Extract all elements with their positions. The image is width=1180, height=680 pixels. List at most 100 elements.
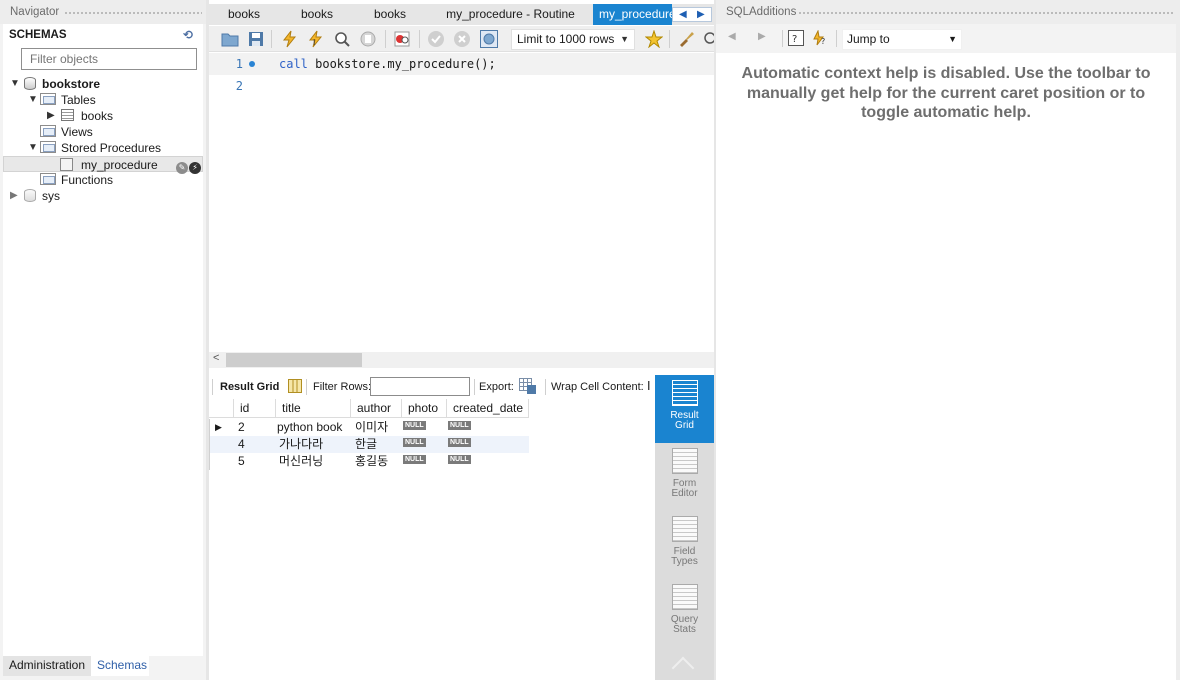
- result-grid-view-button[interactable]: Result Grid: [655, 375, 714, 443]
- form-editor-view-button[interactable]: Form Editor: [655, 448, 714, 508]
- commit-icon[interactable]: [427, 30, 445, 48]
- toolbar-separator: [385, 30, 386, 48]
- cell-title[interactable]: 머신러닝: [275, 453, 323, 470]
- cell-photo[interactable]: NULL: [399, 436, 426, 453]
- column-header-title[interactable]: title: [276, 399, 351, 418]
- cell-id[interactable]: 4: [234, 436, 245, 453]
- sql-additions-panel: SQLAdditions ◀ ▶ ? ? Jump to ▼ Automatic…: [716, 0, 1180, 680]
- manual-help-icon[interactable]: ?: [788, 30, 804, 46]
- forward-icon[interactable]: ▶: [758, 31, 766, 42]
- schemas-header: SCHEMAS ⟲: [3, 24, 203, 46]
- field-types-view-button[interactable]: Field Types: [655, 516, 714, 576]
- cell-created-date[interactable]: NULL: [444, 453, 471, 470]
- beautify-brush-icon[interactable]: [677, 30, 695, 48]
- tree-label-bookstore: bookstore: [42, 77, 101, 91]
- tab-my-procedure-routine[interactable]: my_procedure - Routine: [428, 4, 593, 25]
- cell-photo[interactable]: NULL: [399, 419, 426, 436]
- save-icon[interactable]: [247, 30, 265, 48]
- execute-current-icon[interactable]: I: [307, 30, 325, 48]
- expand-arrow-icon[interactable]: ▼: [28, 92, 38, 108]
- scroll-left-icon[interactable]: <: [213, 352, 219, 364]
- result-toolbar: Result Grid Filter Rows: Export: Wrap Ce…: [209, 375, 655, 399]
- add-snippet-star-icon[interactable]: [645, 30, 663, 48]
- column-header-author[interactable]: author: [351, 399, 402, 418]
- jump-to-select[interactable]: Jump to ▼: [842, 29, 962, 50]
- horizontal-scrollbar[interactable]: <: [209, 352, 714, 368]
- cell-id[interactable]: 2: [234, 419, 245, 436]
- tree-node-sys[interactable]: ▶ sys: [3, 188, 203, 204]
- cell-id[interactable]: 5: [234, 453, 245, 470]
- column-header-id[interactable]: id: [234, 399, 276, 418]
- cell-author[interactable]: 한글: [351, 436, 377, 453]
- sql-additions-title: SQLAdditions: [716, 0, 1180, 24]
- panel-grip[interactable]: [64, 11, 202, 15]
- column-header-photo[interactable]: photo: [402, 399, 447, 418]
- cell-photo[interactable]: NULL: [399, 453, 426, 470]
- tree-node-tables[interactable]: ▼ Tables: [3, 92, 203, 108]
- query-stats-view-button[interactable]: Query Stats: [655, 584, 714, 644]
- auto-help-toggle-icon[interactable]: ?: [812, 30, 828, 46]
- expand-arrow-icon[interactable]: ▼: [28, 140, 38, 156]
- export-icon[interactable]: [519, 378, 537, 395]
- svg-text:?: ?: [821, 37, 825, 46]
- table-row[interactable]: ▶ 2 python book 이미자 NULL NULL: [209, 419, 529, 436]
- tab-schemas[interactable]: Schemas: [91, 656, 149, 676]
- null-badge: NULL: [448, 438, 471, 447]
- tab-next-icon[interactable]: ▶: [697, 9, 705, 20]
- context-help-message: Automatic context help is disabled. Use …: [741, 65, 1151, 121]
- grid-view-icon[interactable]: [288, 379, 302, 393]
- schema-tree: ▼ bookstore ▼ Tables ▶ books Views ▼ Sto…: [3, 76, 203, 204]
- collapse-arrow-icon[interactable]: ▶: [47, 108, 55, 124]
- chevron-up-icon[interactable]: [671, 656, 695, 680]
- tab-administration[interactable]: Administration: [3, 656, 92, 676]
- toolbar-separator: [306, 379, 307, 395]
- tree-node-books[interactable]: ▶ books: [3, 108, 203, 124]
- tree-node-functions[interactable]: Functions: [3, 172, 203, 188]
- tab-books-3[interactable]: books: [355, 4, 425, 25]
- filter-objects-field[interactable]: [21, 48, 197, 70]
- tree-label-views: Views: [61, 125, 93, 139]
- expand-arrow-icon[interactable]: ▼: [10, 76, 20, 92]
- find-icon[interactable]: [703, 30, 714, 48]
- refresh-icon[interactable]: ⟲: [183, 24, 193, 46]
- tree-label-functions: Functions: [61, 173, 114, 187]
- cell-author[interactable]: 이미자: [351, 419, 388, 436]
- table-row[interactable]: 4 가나다라 한글 NULL NULL: [209, 436, 529, 453]
- toolbar-separator: [545, 379, 546, 395]
- autocommit-toggle-icon[interactable]: [480, 30, 498, 48]
- scrollbar-thumb[interactable]: [226, 353, 362, 367]
- execute-lightning-icon[interactable]: [281, 30, 299, 48]
- panel-grip[interactable]: [798, 11, 1174, 15]
- cell-title[interactable]: 가나다라: [275, 436, 323, 453]
- open-folder-icon[interactable]: [221, 30, 239, 48]
- collapse-arrow-icon[interactable]: ▶: [10, 188, 18, 204]
- back-icon[interactable]: ◀: [728, 31, 736, 42]
- sql-code-editor[interactable]: 1 call bookstore.my_procedure(); 2: [209, 52, 714, 352]
- cell-created-date[interactable]: NULL: [444, 436, 471, 453]
- tab-books-1[interactable]: books: [209, 4, 279, 25]
- tab-prev-icon[interactable]: ◀: [679, 9, 687, 20]
- limit-rows-select[interactable]: Limit to 1000 rows ▼: [511, 29, 635, 50]
- cell-created-date[interactable]: NULL: [444, 419, 471, 436]
- code-line[interactable]: 1 call bookstore.my_procedure();: [209, 53, 714, 75]
- tree-node-my-procedure[interactable]: my_procedure ✎ ⚡: [3, 156, 203, 174]
- navigator-body: SCHEMAS ⟲ ▼ bookstore ▼ Tables ▶ books: [3, 24, 203, 656]
- filter-objects-input[interactable]: [30, 52, 190, 66]
- cell-author[interactable]: 홍길동: [351, 453, 388, 470]
- code-line[interactable]: 2: [209, 75, 714, 97]
- result-grid-label[interactable]: Result Grid: [220, 381, 279, 393]
- tree-node-views[interactable]: Views: [3, 124, 203, 140]
- column-header-created-date[interactable]: created_date: [447, 399, 529, 418]
- tree-node-bookstore[interactable]: ▼ bookstore: [3, 76, 203, 92]
- explain-icon[interactable]: [333, 30, 351, 48]
- stop-on-error-icon[interactable]: [393, 30, 411, 48]
- tab-my-procedure-query[interactable]: my_procedure: [593, 4, 672, 25]
- table-row[interactable]: 5 머신러닝 홍길동 NULL NULL: [209, 453, 529, 470]
- filter-rows-input[interactable]: [370, 377, 470, 396]
- cell-title[interactable]: python book: [273, 419, 342, 436]
- rollback-icon[interactable]: [453, 30, 471, 48]
- stop-icon[interactable]: [359, 30, 377, 48]
- wrap-toggle-icon[interactable]: Ⅰ: [647, 379, 651, 393]
- tree-node-stored-procedures[interactable]: ▼ Stored Procedures: [3, 140, 203, 156]
- tab-books-2[interactable]: books: [282, 4, 352, 25]
